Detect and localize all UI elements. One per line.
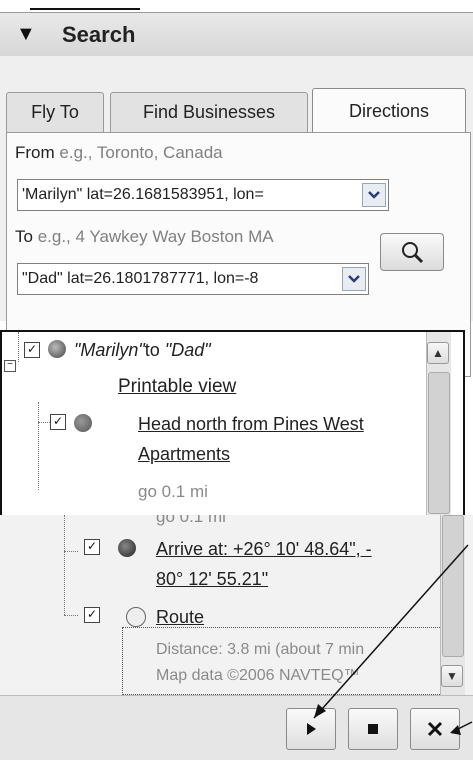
to-label: To <box>15 227 33 246</box>
search-panel-header[interactable]: ▼ Search <box>0 12 473 58</box>
to-label-row: To e.g., 4 Yawkey Way Boston MA <box>15 227 274 247</box>
from-label-row: From e.g., Toronto, Canada <box>15 143 223 163</box>
result-to-word: to <box>144 340 160 360</box>
tab-directions[interactable]: Directions <box>312 88 466 133</box>
route-label[interactable]: Route <box>156 607 204 628</box>
step1-line1[interactable]: Head north from Pines West <box>138 414 364 435</box>
search-button[interactable] <box>380 233 444 271</box>
scroll-up-icon[interactable]: ▲ <box>427 342 449 364</box>
result-header[interactable]: "Marilyn"to "Dad" <box>74 340 211 361</box>
from-hint: e.g., Toronto, Canada <box>59 143 223 162</box>
stop-icon <box>368 724 378 734</box>
scrollbar-thumb[interactable] <box>442 515 464 657</box>
scrollbar-track[interactable]: ▼ <box>440 515 465 695</box>
car-icon <box>74 414 92 432</box>
stop-button[interactable] <box>348 708 398 750</box>
to-hint: e.g., 4 Yawkey Way Boston MA <box>37 227 274 246</box>
results-tree-bottom: go 0.1 mi ✓ Arrive at: +26° 10' 48.64", … <box>0 515 473 695</box>
chevron-down-icon[interactable] <box>342 267 366 291</box>
play-button[interactable] <box>286 708 336 750</box>
magnifier-icon <box>402 242 424 264</box>
checkbox-checked[interactable]: ✓ <box>84 539 100 555</box>
scrollbar-track[interactable]: ▲ <box>426 332 451 518</box>
scroll-down-icon[interactable]: ▼ <box>441 665 463 687</box>
route-mapdata: Map data ©2006 NAVTEQ™ <box>156 667 360 684</box>
search-tabs-area: Fly To Find Businesses Directions From e… <box>0 56 473 377</box>
step2-line1[interactable]: Arrive at: +26° 10' 48.64", - <box>156 539 372 560</box>
close-icon <box>427 721 443 737</box>
from-label: From <box>15 143 55 162</box>
printable-view-link[interactable]: Printable view <box>118 376 236 398</box>
chevron-down-icon[interactable] <box>362 183 386 207</box>
globe-icon <box>48 340 66 358</box>
play-icon <box>307 723 316 735</box>
result-from: "Marilyn" <box>74 340 145 360</box>
step2-line2[interactable]: 80° 12' 55.21" <box>156 569 268 590</box>
close-button[interactable] <box>410 708 460 750</box>
results-tree-top: ✓ "Marilyn"to "Dad" − Printable view ✓ H… <box>0 330 465 518</box>
top-divider <box>30 8 140 10</box>
tab-fly-to[interactable]: Fly To <box>6 92 104 132</box>
car-icon <box>118 539 136 557</box>
to-combo[interactable]: "Dad" lat=26.1801787771, lon=-8 <box>17 263 369 295</box>
panel-title: Search <box>62 22 136 47</box>
from-value: 'Marilyn" lat=26.1681583951, lon= <box>22 186 264 203</box>
step1-line2[interactable]: Apartments <box>138 444 230 465</box>
step1-distance: go 0.1 mi <box>138 482 208 501</box>
playback-toolbar <box>0 695 473 760</box>
to-value: "Dad" lat=26.1801787771, lon=-8 <box>22 270 259 287</box>
route-distance: Distance: 3.8 mi (about 7 min <box>156 641 365 658</box>
result-to: "Dad" <box>164 340 211 360</box>
checkbox-checked[interactable]: ✓ <box>24 342 40 358</box>
scrollbar-thumb[interactable] <box>428 372 450 514</box>
tab-find-businesses[interactable]: Find Businesses <box>110 92 308 132</box>
step1-distance-repeat: go 0.1 mi <box>156 515 226 526</box>
from-combo[interactable]: 'Marilyn" lat=26.1681583951, lon= <box>17 179 389 211</box>
triangle-down-icon[interactable]: ▼ <box>16 23 36 46</box>
collapse-toggle[interactable]: − <box>4 360 16 372</box>
checkbox-checked[interactable]: ✓ <box>84 607 100 623</box>
checkbox-checked[interactable]: ✓ <box>50 414 66 430</box>
route-icon <box>126 607 146 627</box>
